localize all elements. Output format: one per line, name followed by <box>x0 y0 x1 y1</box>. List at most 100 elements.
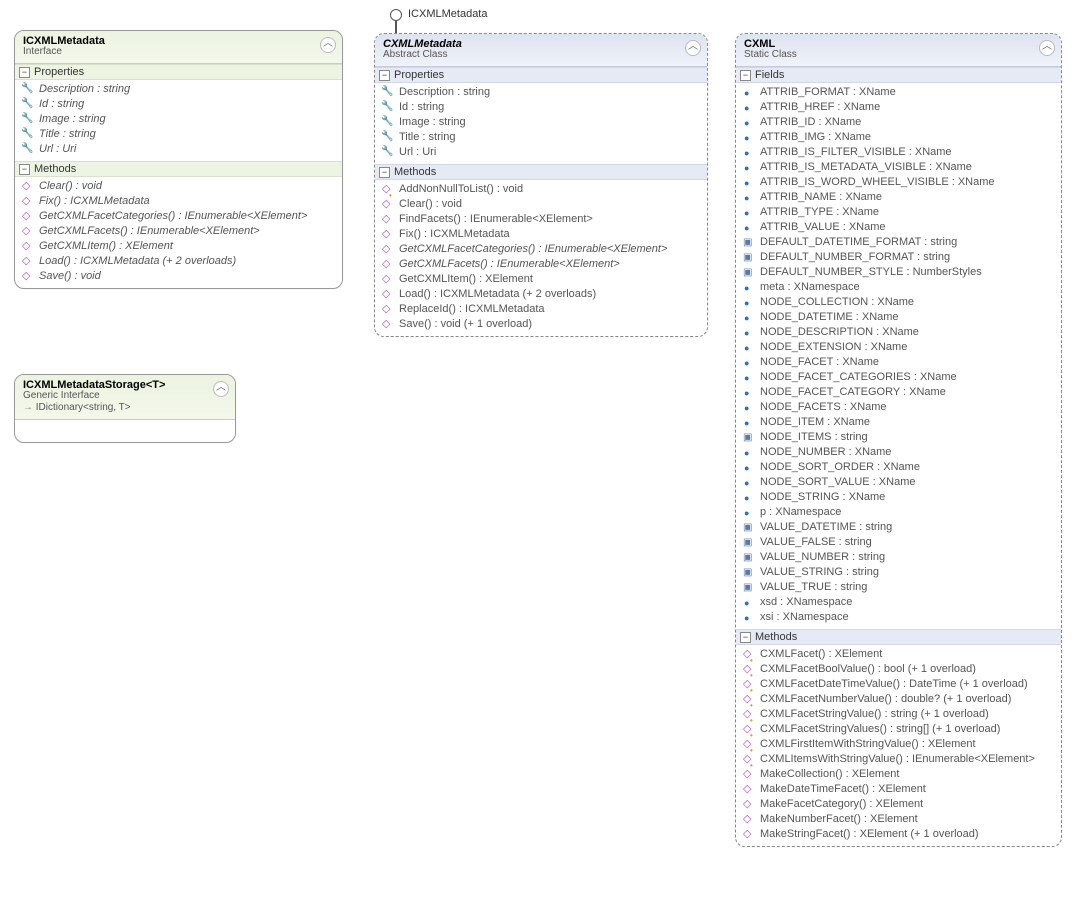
field-icon <box>743 326 755 338</box>
list-item: p : XNamespace <box>736 505 1061 520</box>
section-properties[interactable]: − Properties <box>375 67 707 83</box>
list-item: Clear() : void <box>375 197 707 212</box>
list-item: MakeCollection() : XElement <box>736 767 1061 782</box>
class-header: ICXMLMetadataStorage<T> Generic Interfac… <box>15 375 235 420</box>
list-item: CXMLItemsWithStringValue() : IEnumerable… <box>736 752 1061 767</box>
method-icon <box>743 798 755 810</box>
class-header: CXML Static Class ︿ <box>736 34 1061 67</box>
list-item: AddNonNullToList() : void <box>375 182 707 197</box>
list-item: FindFacets() : IEnumerable<XElement> <box>375 212 707 227</box>
method-icon <box>22 240 34 252</box>
list-item: NODE_SORT_VALUE : XName <box>736 475 1061 490</box>
field-icon <box>743 221 755 233</box>
field-icon <box>743 416 755 428</box>
minus-icon[interactable]: − <box>740 632 751 643</box>
list-item: Title : string <box>375 130 707 145</box>
minus-icon[interactable]: − <box>379 167 390 178</box>
const-icon <box>743 536 755 548</box>
list-item: ATTRIB_IMG : XName <box>736 130 1061 145</box>
list-item: Description : string <box>15 82 342 97</box>
wrench-icon <box>22 128 34 140</box>
list-item: Load() : ICXMLMetadata (+ 2 overloads) <box>15 254 342 269</box>
list-item: GetCXMLFacets() : IEnumerable<XElement> <box>375 257 707 272</box>
list-item: MakeStringFacet() : XElement (+ 1 overlo… <box>736 827 1061 842</box>
const-icon <box>743 236 755 248</box>
list-item: ATTRIB_NAME : XName <box>736 190 1061 205</box>
section-properties[interactable]: − Properties <box>15 64 342 80</box>
class-box-cxmlmetadata[interactable]: CXMLMetadata Abstract Class ︿ − Properti… <box>374 33 708 337</box>
minus-icon[interactable]: − <box>19 164 30 175</box>
list-item: CXMLFacetBoolValue() : bool (+ 1 overloa… <box>736 662 1061 677</box>
list-item: NODE_DESCRIPTION : XName <box>736 325 1061 340</box>
list-item: CXMLFacet() : XElement <box>736 647 1061 662</box>
section-methods[interactable]: − Methods <box>736 629 1061 645</box>
minus-icon[interactable]: − <box>740 70 751 81</box>
list-item: ATTRIB_IS_WORD_WHEEL_VISIBLE : XName <box>736 175 1061 190</box>
field-icon <box>743 446 755 458</box>
section-fields[interactable]: − Fields <box>736 67 1061 83</box>
field-icon <box>743 341 755 353</box>
field-icon <box>743 281 755 293</box>
list-item: GetCXMLFacetCategories() : IEnumerable<X… <box>15 209 342 224</box>
list-item: ReplaceId() : ICXMLMetadata <box>375 302 707 317</box>
list-item: Url : Uri <box>375 145 707 160</box>
list-item: Title : string <box>15 127 342 142</box>
const-icon <box>743 521 755 533</box>
section-label: Properties <box>394 69 444 81</box>
const-icon <box>743 431 755 443</box>
method-icon <box>382 183 394 195</box>
method-icon <box>743 648 755 660</box>
method-icon <box>382 273 394 285</box>
method-icon <box>22 195 34 207</box>
members-list: Description : string Id : string Image :… <box>15 80 342 161</box>
chevron-up-icon[interactable]: ︿ <box>213 381 229 397</box>
class-box-cxml[interactable]: CXML Static Class ︿ − Fields ATTRIB_FORM… <box>735 33 1062 847</box>
section-methods[interactable]: − Methods <box>375 164 707 180</box>
lollipop-icon <box>390 9 402 21</box>
minus-icon[interactable]: − <box>379 70 390 81</box>
field-icon <box>743 131 755 143</box>
field-icon <box>743 191 755 203</box>
wrench-icon <box>382 131 394 143</box>
list-item: Fix() : ICXMLMetadata <box>15 194 342 209</box>
list-item: NODE_ITEMS : string <box>736 430 1061 445</box>
chevron-up-icon[interactable]: ︿ <box>320 37 336 53</box>
field-icon <box>743 596 755 608</box>
section-methods[interactable]: − Methods <box>15 161 342 177</box>
const-icon <box>743 581 755 593</box>
class-box-icxmlmetadatastorage[interactable]: ICXMLMetadataStorage<T> Generic Interfac… <box>14 374 236 443</box>
list-item: Load() : ICXMLMetadata (+ 2 overloads) <box>375 287 707 302</box>
const-icon <box>743 566 755 578</box>
chevron-up-icon[interactable]: ︿ <box>685 40 701 56</box>
list-item: ATTRIB_HREF : XName <box>736 100 1061 115</box>
const-icon <box>743 551 755 563</box>
list-item: Fix() : ICXMLMetadata <box>375 227 707 242</box>
method-icon <box>22 270 34 282</box>
list-item: Url : Uri <box>15 142 342 157</box>
method-icon <box>382 303 394 315</box>
class-box-icxmlmetadata[interactable]: ICXMLMetadata Interface ︿ − Properties D… <box>14 30 343 289</box>
wrench-icon <box>382 116 394 128</box>
list-item: CXMLFacetStringValues() : string[] (+ 1 … <box>736 722 1061 737</box>
section-label: Fields <box>755 69 784 81</box>
list-item: VALUE_FALSE : string <box>736 535 1061 550</box>
chevron-up-icon[interactable]: ︿ <box>1039 40 1055 56</box>
method-icon <box>382 198 394 210</box>
field-icon <box>743 401 755 413</box>
field-icon <box>743 491 755 503</box>
members-list: CXMLFacet() : XElementCXMLFacetBoolValue… <box>736 645 1061 846</box>
list-item: NODE_DATETIME : XName <box>736 310 1061 325</box>
members-list: Clear() : void Fix() : ICXMLMetadata Get… <box>15 177 342 288</box>
list-item: VALUE_NUMBER : string <box>736 550 1061 565</box>
list-item: MakeNumberFacet() : XElement <box>736 812 1061 827</box>
method-icon <box>382 228 394 240</box>
wrench-icon <box>22 98 34 110</box>
list-item: NODE_SORT_ORDER : XName <box>736 460 1061 475</box>
list-item: MakeDateTimeFacet() : XElement <box>736 782 1061 797</box>
minus-icon[interactable]: − <box>19 67 30 78</box>
list-item: xsd : XNamespace <box>736 595 1061 610</box>
method-icon <box>22 255 34 267</box>
method-icon <box>22 210 34 222</box>
list-item: DEFAULT_DATETIME_FORMAT : string <box>736 235 1061 250</box>
list-item: VALUE_STRING : string <box>736 565 1061 580</box>
